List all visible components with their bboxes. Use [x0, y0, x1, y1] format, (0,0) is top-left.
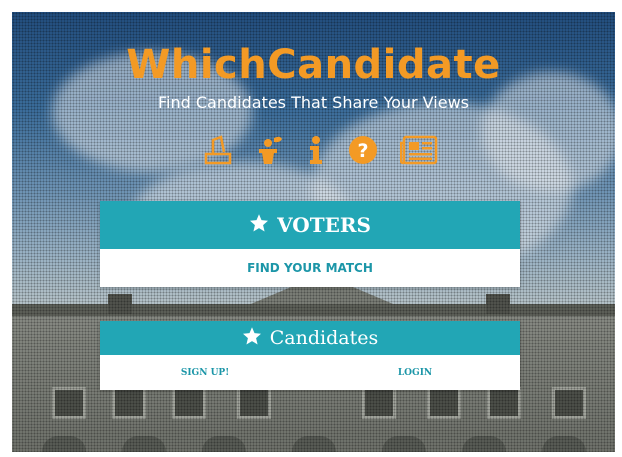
star-icon — [242, 326, 262, 351]
candidates-actions: SIGN UP! LOGIN — [100, 355, 520, 390]
voters-card: VOTERS FIND YOUR MATCH — [100, 201, 520, 287]
speaker-podium-icon[interactable] — [254, 134, 284, 166]
icon-nav: ? — [204, 134, 438, 166]
ballot-box-icon[interactable] — [204, 134, 232, 166]
find-your-match-button[interactable]: FIND YOUR MATCH — [100, 249, 520, 287]
voters-heading: VOTERS — [277, 213, 371, 237]
svg-text:?: ? — [357, 140, 368, 162]
candidates-card: Candidates SIGN UP! LOGIN — [100, 321, 520, 390]
login-link[interactable]: LOGIN — [310, 368, 520, 378]
candidates-header: Candidates — [100, 321, 520, 355]
sign-up-link[interactable]: SIGN UP! — [100, 368, 310, 378]
star-icon — [249, 213, 269, 238]
site-tagline: Find Candidates That Share Your Views — [158, 93, 469, 112]
candidates-heading: Candidates — [269, 327, 379, 349]
info-icon[interactable] — [306, 134, 326, 166]
help-icon[interactable]: ? — [348, 135, 378, 165]
site-title: WhichCandidate — [126, 42, 501, 88]
news-icon[interactable] — [400, 135, 438, 165]
hero-background: WhichCandidate Find Candidates That Shar… — [12, 12, 615, 452]
voters-header: VOTERS — [100, 201, 520, 249]
